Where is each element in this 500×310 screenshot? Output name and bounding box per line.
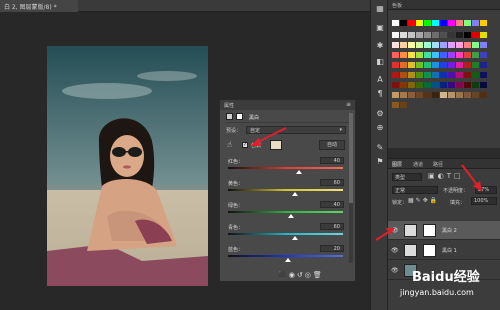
- annotation-arrow: [461, 164, 482, 192]
- annotation-arrow: [250, 127, 287, 146]
- annotation-arrow: [375, 228, 395, 241]
- annotation-arrows: [250, 127, 482, 241]
